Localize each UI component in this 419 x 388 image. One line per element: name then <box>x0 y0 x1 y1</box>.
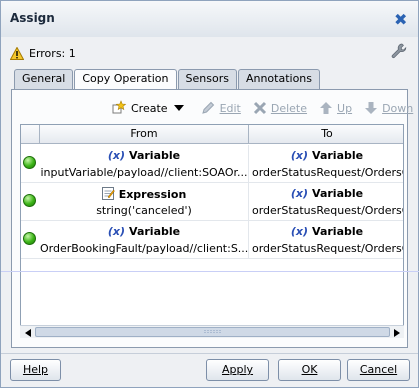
variable-icon: (x) <box>290 225 309 238</box>
status-column-header <box>21 125 40 144</box>
grip-icon <box>204 330 220 334</box>
to-value: orderStatusRequest/OrdersCollectio <box>252 242 403 255</box>
create-label: Create <box>131 101 168 115</box>
scroll-right-icon[interactable] <box>390 326 403 339</box>
from-value: OrderBookingFault/payload//client:S... <box>40 242 248 255</box>
overlay-divider-line <box>1 271 419 272</box>
to-value: orderStatusRequest/OrdersCollectio <box>252 166 403 179</box>
ok-label: OK <box>301 363 318 376</box>
from-cell: (x) Variable inputVariable/payload//clien… <box>40 145 249 183</box>
close-icon[interactable]: ✖ <box>394 10 407 29</box>
up-label: Up <box>337 101 353 115</box>
toolbar: Create Edit Delete Up Down <box>111 99 419 117</box>
variable-icon: (x) <box>290 187 309 200</box>
to-value: orderStatusRequest/OrdersCollectio <box>252 204 403 217</box>
help-label: Help <box>22 363 49 376</box>
to-type: Variable <box>312 149 364 162</box>
errors-label: Errors: 1 <box>29 46 76 60</box>
edit-label: Edit <box>219 101 241 115</box>
from-value: string('canceled') <box>96 204 192 217</box>
apply-label: Apply <box>221 363 254 376</box>
wrench-icon[interactable] <box>391 43 407 59</box>
table-row[interactable]: Expression string('canceled') (x) Variabl… <box>21 183 403 221</box>
edit-button[interactable]: Edit <box>200 100 241 116</box>
to-type: Variable <box>312 187 364 200</box>
delete-label: Delete <box>270 101 308 115</box>
apply-button[interactable]: Apply <box>206 359 269 381</box>
create-button[interactable]: Create <box>111 100 188 116</box>
errors-summary: Errors: 1 <box>10 45 76 61</box>
table-row[interactable]: (x) Variable inputVariable/payload//clien… <box>21 145 403 183</box>
status-ok-icon <box>23 232 36 245</box>
from-type: Variable <box>129 225 181 238</box>
table-row[interactable]: (x) Variable OrderBookingFault/payload//c… <box>21 221 403 259</box>
expression-icon <box>101 187 115 200</box>
warning-icon <box>10 46 24 60</box>
to-column-header[interactable]: To <box>249 125 403 144</box>
to-type: Variable <box>312 225 364 238</box>
tab-annotations[interactable]: Annotations <box>237 69 321 89</box>
dialog-title: Assign <box>10 11 55 25</box>
delete-icon <box>253 101 266 115</box>
tab-general[interactable]: General <box>14 69 74 89</box>
scrollbar-thumb[interactable] <box>35 327 390 337</box>
tab-strip: General Copy Operation Sensors Annotatio… <box>14 69 321 90</box>
footer-separator <box>1 353 418 354</box>
pencil-icon <box>201 101 214 114</box>
chevron-down-icon <box>173 105 184 111</box>
delete-button[interactable]: Delete <box>253 101 307 115</box>
status-ok-icon <box>23 156 36 169</box>
copy-rules-table: From To (x) Variable inputVariable/payloa… <box>20 124 404 337</box>
create-icon <box>112 100 127 114</box>
tab-sensors[interactable]: Sensors <box>177 69 237 89</box>
down-label: Down <box>382 101 414 115</box>
variable-icon: (x) <box>290 149 309 162</box>
from-value: inputVariable/payload//client:SOAOr... <box>40 166 248 179</box>
arrow-down-icon <box>365 102 378 114</box>
down-button[interactable]: Down <box>364 101 413 115</box>
variable-icon: (x) <box>107 149 126 162</box>
to-cell: (x)Variable orderStatusRequest/OrdersCol… <box>249 221 403 259</box>
tab-copy-operation[interactable]: Copy Operation <box>74 69 177 90</box>
from-cell: Expression string('canceled') <box>40 183 249 221</box>
to-cell: (x)Variable orderStatusRequest/OrdersCol… <box>249 183 403 221</box>
from-column-header[interactable]: From <box>40 125 249 144</box>
variable-icon: (x) <box>107 225 126 238</box>
status-ok-icon <box>23 194 36 207</box>
help-button[interactable]: Help <box>10 359 61 381</box>
arrow-up-icon <box>320 102 333 114</box>
from-type: Expression <box>118 188 187 201</box>
from-type: Variable <box>129 149 181 162</box>
up-button[interactable]: Up <box>319 101 352 115</box>
horizontal-scrollbar[interactable] <box>20 325 404 338</box>
scroll-left-icon[interactable] <box>21 326 34 339</box>
from-cell: (x) Variable OrderBookingFault/payload//c… <box>40 221 249 259</box>
table-header: From To <box>21 125 403 144</box>
title-bar[interactable]: Assign ✖ <box>1 1 418 37</box>
ok-button[interactable]: OK <box>278 359 341 381</box>
cancel-button[interactable]: Cancel <box>347 359 410 381</box>
to-cell: (x)Variable orderStatusRequest/OrdersCol… <box>249 145 403 183</box>
cancel-label: Cancel <box>359 363 398 376</box>
assign-dialog: Assign ✖ Errors: 1 General Copy Operatio… <box>0 0 419 388</box>
